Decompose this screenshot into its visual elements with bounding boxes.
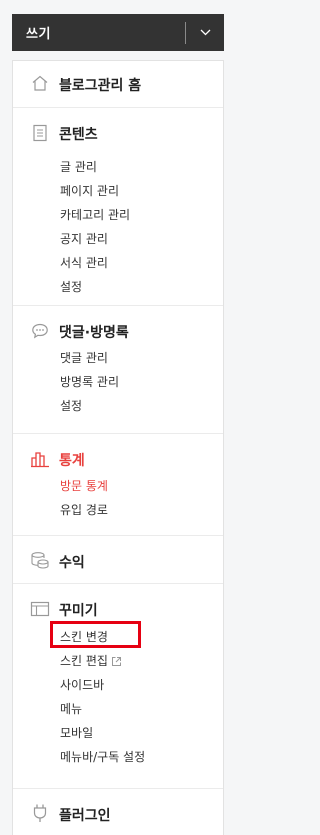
coins-icon [30,550,50,570]
section-plugins: 플러그인 [13,789,223,835]
write-button-label: 쓰기 [26,27,51,42]
menu-home[interactable]: 블로그관리 홈 [13,61,223,108]
menu-stats[interactable]: 통계 [13,434,223,478]
menu-plugins[interactable]: 플러그인 [13,789,223,835]
speech-bubble-icon [30,321,50,341]
write-dropdown-button[interactable] [186,14,224,51]
section-revenue: 수익 [13,536,223,584]
submenu-mobile[interactable]: 모바일 [60,725,93,741]
menu-comments[interactable]: 댓글·방명록 [13,306,223,350]
menu-decorate[interactable]: 꾸미기 [13,584,223,634]
submenu-comment-manage[interactable]: 댓글 관리 [60,350,108,366]
submenu-template-manage[interactable]: 서식 관리 [60,255,108,271]
submenu-category-manage[interactable]: 카테고리 관리 [60,207,130,223]
section-decorate: 꾸미기 스킨 변경 스킨 편집 사이드바 메뉴 모바일 메뉴바/구독 설정 [13,584,223,789]
menu-decorate-label: 꾸미기 [59,603,98,619]
section-comments: 댓글·방명록 댓글 관리 방명록 관리 설정 [13,306,223,434]
submenu-contents-settings[interactable]: 설정 [60,279,82,295]
menu-home-label: 블로그관리 홈 [59,78,142,94]
submenu-menu[interactable]: 메뉴 [60,701,82,717]
plug-icon [30,803,50,823]
menu-contents-label: 콘텐츠 [59,127,98,143]
submenu-comments-settings[interactable]: 설정 [60,398,82,414]
external-link-icon [111,657,121,666]
section-stats: 통계 방문 통계 유입 경로 [13,434,223,536]
submenu-skin-change[interactable]: 스킨 변경 [60,629,108,645]
write-button[interactable]: 쓰기 [12,14,224,51]
home-icon [30,73,50,93]
layout-icon [30,599,50,619]
admin-sidebar-menu: 블로그관리 홈 콘텐츠 글 관리 페이지 관리 카테고리 관리 공지 관리 서식… [12,60,224,835]
submenu-notice-manage[interactable]: 공지 관리 [60,231,108,247]
chevron-down-icon [200,29,210,36]
menu-stats-label: 통계 [59,453,85,469]
submenu-menubar-subscribe[interactable]: 메뉴바/구독 설정 [60,749,145,765]
bar-chart-icon [30,449,50,469]
menu-revenue[interactable]: 수익 [13,536,223,584]
document-icon [30,123,50,143]
submenu-skin-edit-label: 스킨 편집 [60,654,108,668]
submenu-page-manage[interactable]: 페이지 관리 [60,183,119,199]
menu-comments-label: 댓글·방명록 [59,325,129,341]
section-contents: 콘텐츠 글 관리 페이지 관리 카테고리 관리 공지 관리 서식 관리 설정 [13,108,223,306]
submenu-referrer[interactable]: 유입 경로 [60,502,108,518]
menu-plugins-label: 플러그인 [59,808,111,824]
submenu-guestbook-manage[interactable]: 방명록 관리 [60,374,119,390]
submenu-sidebar[interactable]: 사이드바 [60,677,104,693]
submenu-skin-edit[interactable]: 스킨 편집 [60,653,122,669]
menu-revenue-label: 수익 [59,555,85,571]
submenu-post-manage[interactable]: 글 관리 [60,159,97,175]
submenu-visit-stats[interactable]: 방문 통계 [60,478,108,494]
menu-contents[interactable]: 콘텐츠 [13,108,223,158]
section-home: 블로그관리 홈 [13,61,223,108]
